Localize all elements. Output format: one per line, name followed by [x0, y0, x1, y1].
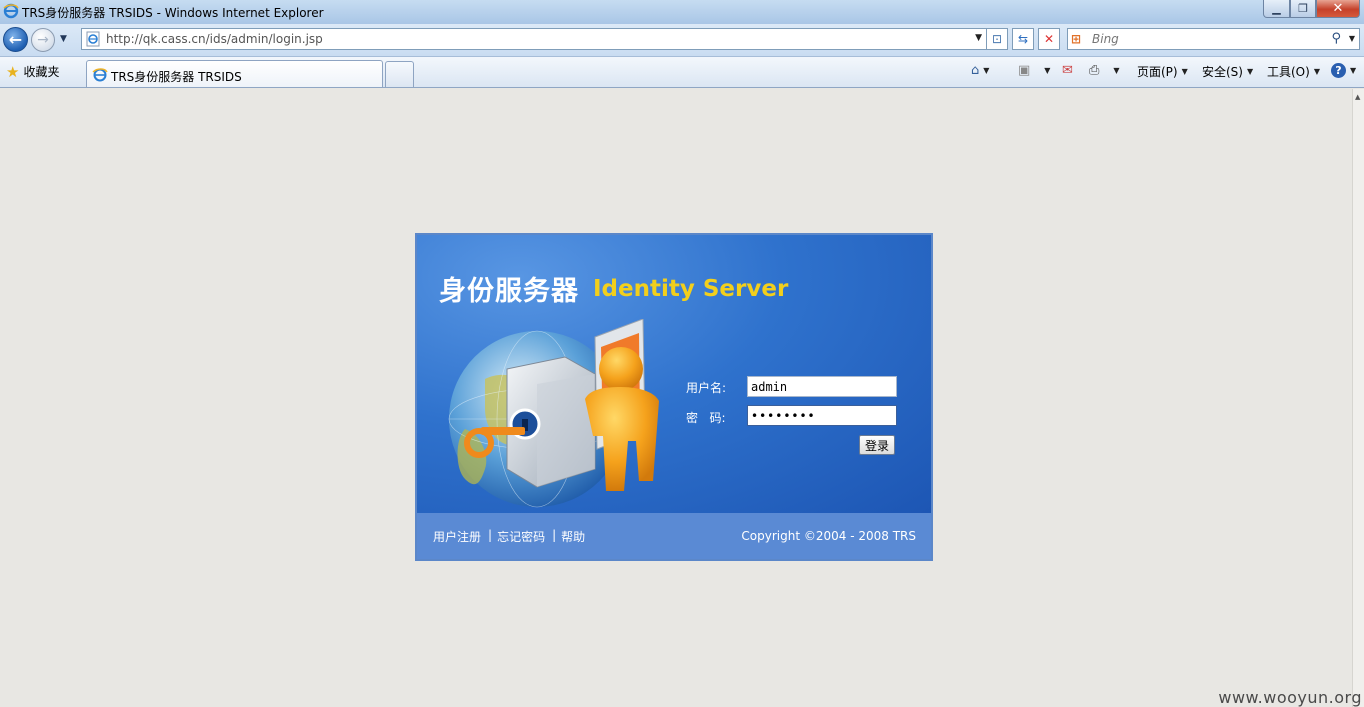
password-label: 密 码:: [686, 411, 726, 425]
tools-menu-label: 工具(O): [1267, 65, 1310, 79]
home-button[interactable]: ⌂ ▼: [971, 63, 989, 78]
product-title-en: Identity Server: [593, 276, 789, 302]
security-illustration-icon: [448, 319, 659, 508]
footer-links: 用户注册 | 忘记密码 | 帮助: [433, 528, 585, 545]
link-separator: |: [488, 528, 493, 542]
bing-logo-icon: ⊞: [1071, 32, 1082, 46]
chevron-down-icon: ▼: [1181, 67, 1188, 76]
ie-logo-icon: [3, 3, 19, 22]
printer-icon: ⎙: [1089, 63, 1100, 78]
chevron-down-icon: ▼: [1044, 66, 1051, 75]
tools-menu[interactable]: 工具(O) ▼: [1267, 63, 1320, 80]
print-button[interactable]: ⎙ ▼: [1089, 63, 1120, 78]
stop-button[interactable]: ✕: [1038, 28, 1060, 50]
tab-trsids[interactable]: TRS身份服务器 TRSIDS: [86, 60, 383, 87]
compatibility-icon: ⊡: [991, 32, 1003, 46]
login-button[interactable]: 登录: [859, 435, 895, 455]
page-menu-label: 页面(P): [1137, 65, 1178, 79]
favorites-label: 收藏夹: [23, 65, 60, 79]
address-dropdown-icon[interactable]: ▼: [975, 33, 982, 43]
forward-button[interactable]: →: [31, 28, 55, 52]
chevron-down-icon: ▼: [1113, 66, 1120, 75]
page-icon: [85, 31, 101, 50]
password-input[interactable]: [747, 405, 897, 426]
stop-icon: ✕: [1043, 32, 1055, 46]
tab-label: TRS身份服务器 TRSIDS: [111, 70, 242, 84]
scroll-up-icon[interactable]: ▲: [1355, 93, 1360, 101]
link-separator: |: [552, 528, 557, 542]
copyright-text: Copyright ©2004 - 2008 TRS: [741, 529, 916, 543]
back-button[interactable]: ←: [3, 27, 28, 52]
read-mail-button[interactable]: ✉: [1062, 63, 1073, 78]
username-input[interactable]: [747, 376, 897, 397]
compatibility-view-button[interactable]: ⊡: [986, 28, 1008, 50]
mail-icon: ✉: [1062, 63, 1073, 78]
arrow-left-icon: ←: [8, 30, 23, 49]
forgot-password-link[interactable]: 忘记密码: [497, 528, 545, 545]
vertical-scrollbar[interactable]: ▲: [1352, 89, 1364, 707]
search-input[interactable]: [1092, 31, 1322, 47]
search-box[interactable]: ⊞ ⚲ ▼: [1067, 28, 1360, 50]
refresh-button[interactable]: ⇆: [1012, 28, 1034, 50]
page-menu[interactable]: 页面(P) ▼: [1137, 63, 1188, 80]
close-button[interactable]: ✕: [1316, 0, 1360, 18]
chevron-down-icon: ▼: [983, 66, 990, 75]
star-icon: ★: [6, 62, 20, 81]
search-icon[interactable]: ⚲: [1331, 31, 1341, 46]
product-title-cn: 身份服务器: [439, 276, 579, 307]
login-panel: 身份服务器 Identity Server 用户名: admin 密 码: ••…: [415, 233, 933, 561]
help-icon: ?: [1331, 63, 1346, 78]
refresh-icon: ⇆: [1017, 32, 1029, 46]
chevron-down-icon: ▼: [1246, 67, 1254, 76]
help-link[interactable]: 帮助: [561, 528, 585, 545]
watermark: www.wooyun.org: [1218, 688, 1362, 707]
username-label: 用户名:: [686, 381, 727, 395]
window-title: TRS身份服务器 TRSIDS - Windows Internet Explo…: [22, 6, 324, 20]
safety-menu-label: 安全(S): [1202, 65, 1243, 79]
search-dropdown-icon[interactable]: ▼: [1349, 34, 1355, 43]
arrow-right-icon: →: [37, 32, 49, 48]
favorites-button[interactable]: ★ 收藏夹: [6, 63, 59, 80]
minimize-button[interactable]: ▁: [1263, 0, 1290, 18]
register-link[interactable]: 用户注册: [433, 528, 481, 545]
tab-page-icon: [92, 67, 108, 86]
chevron-down-icon: ▼: [1313, 67, 1320, 76]
rss-feed-icon: ▣: [1018, 63, 1031, 78]
safety-menu[interactable]: 安全(S) ▼: [1202, 63, 1253, 80]
feeds-button[interactable]: ▣ ▼: [1018, 63, 1050, 78]
new-tab-button[interactable]: [385, 61, 414, 87]
maximize-button[interactable]: ❐: [1290, 0, 1316, 18]
history-dropdown-icon[interactable]: ▼: [60, 34, 67, 44]
navigation-bar: ← → ▼ http://qk.cass.cn/ids/admin/login.…: [0, 24, 1364, 57]
window-title-bar: TRS身份服务器 TRSIDS - Windows Internet Explo…: [0, 0, 1364, 24]
home-icon: ⌂: [971, 63, 980, 78]
address-url[interactable]: http://qk.cass.cn/ids/admin/login.jsp: [106, 32, 323, 46]
chevron-down-icon: ▼: [1350, 66, 1357, 75]
help-button[interactable]: ? ▼: [1331, 63, 1356, 78]
command-bar: ★ 收藏夹 TRS身份服务器 TRSIDS ⌂ ▼ ▣ ▼ ✉ ⎙ ▼ 页面(P) ▼ …: [0, 57, 1364, 88]
address-bar[interactable]: http://qk.cass.cn/ids/admin/login.jsp ▼: [81, 28, 987, 50]
